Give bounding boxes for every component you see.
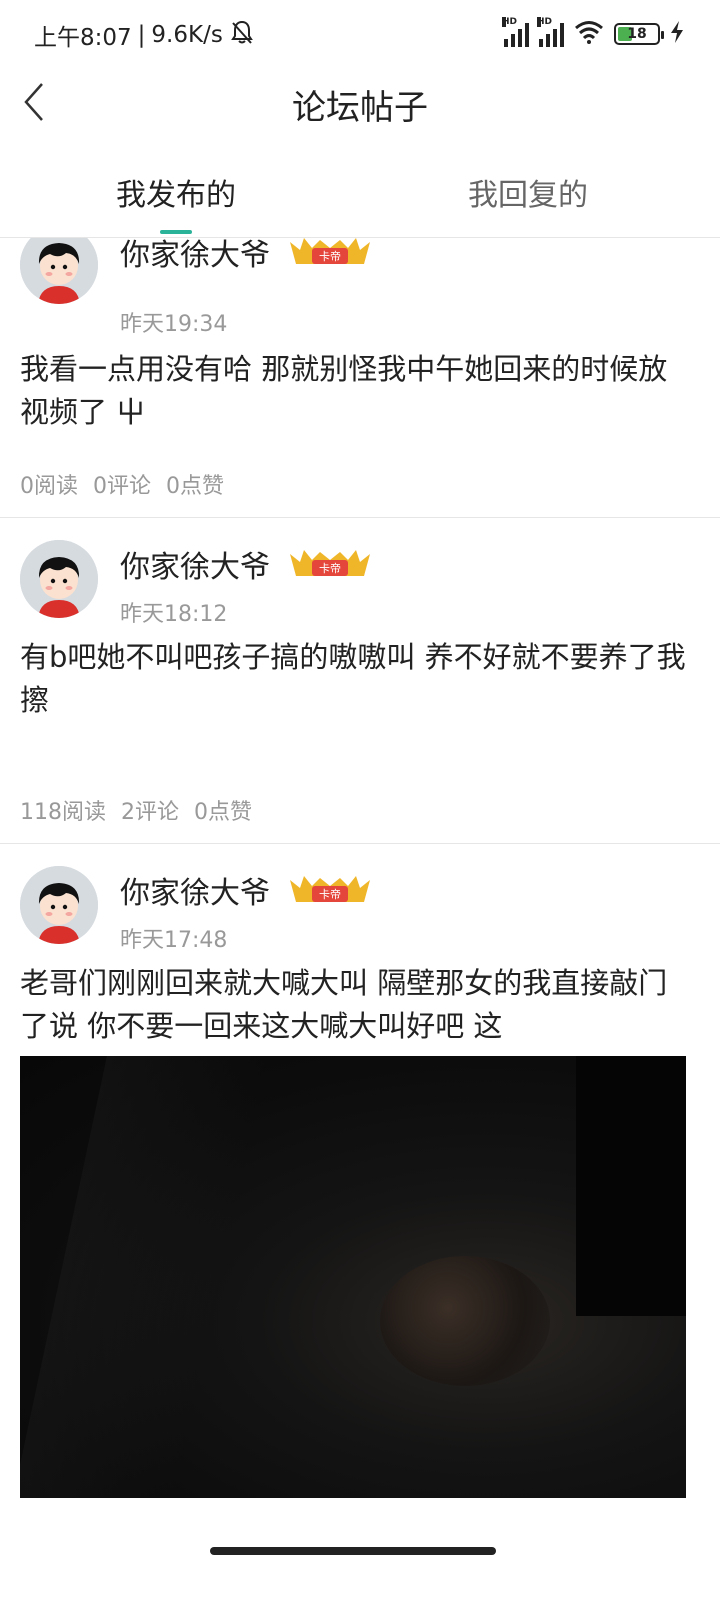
post-time: 昨天17:48 [120, 928, 228, 953]
battery-level: 18 [627, 26, 647, 42]
post-feed[interactable]: 你家徐大爷 卡帝 昨天19:34 我看一点用没有哈 那就别怪我中午她回来的时候放… [0, 238, 720, 1600]
page-title: 论坛帖子 [292, 88, 428, 128]
post-time: 昨天18:12 [120, 602, 228, 627]
badge-label: 卡帝 [319, 249, 341, 263]
avatar[interactable] [20, 540, 98, 618]
rank-badge: 卡帝 [290, 874, 370, 904]
badge-label: 卡帝 [319, 887, 341, 901]
post-item[interactable]: 你家徐大爷 卡帝 昨天19:34 我看一点用没有哈 那就别怪我中午她回来的时候放… [0, 238, 720, 518]
status-bar: 上午8:07 | 9.6K/s HD HD 18 [0, 0, 720, 70]
signal-icon: HD [502, 17, 529, 47]
post-content[interactable]: 我看一点用没有哈 那就别怪我中午她回来的时候放视频了 屮 [20, 348, 686, 434]
hd-label: HD [502, 17, 518, 27]
tab-indicator [160, 230, 192, 234]
home-indicator[interactable] [210, 1547, 496, 1555]
tab-bar: 我发布的 我回复的 [0, 150, 720, 238]
like-count: 0点赞 [166, 474, 224, 499]
status-time: 上午8:07 [34, 25, 132, 51]
username[interactable]: 你家徐大爷 [120, 542, 270, 586]
header: 论坛帖子 [0, 70, 720, 134]
battery-icon: 18 [614, 23, 664, 45]
charging-icon [670, 21, 684, 47]
post-stats: 0阅读 0评论 0点赞 [20, 468, 232, 500]
video-thumbnail[interactable] [20, 1056, 686, 1498]
read-count: 118阅读 [20, 800, 106, 825]
rank-badge: 卡帝 [290, 238, 370, 266]
post-time: 昨天19:34 [120, 312, 228, 337]
signal-icon: HD [537, 17, 564, 47]
status-left: 上午8:07 | 9.6K/s [34, 18, 255, 52]
mute-bell-icon [229, 19, 255, 51]
avatar[interactable] [20, 866, 98, 944]
rank-badge: 卡帝 [290, 548, 370, 578]
username[interactable]: 你家徐大爷 [120, 238, 270, 274]
username[interactable]: 你家徐大爷 [120, 868, 270, 912]
read-count: 0阅读 [20, 474, 78, 499]
tab-my-posts[interactable]: 我发布的 [116, 170, 236, 214]
comment-count: 2评论 [121, 800, 179, 825]
post-stats: 118阅读 2评论 0点赞 [20, 794, 260, 826]
post-content[interactable]: 老哥们刚刚回来就大喊大叫 隔壁那女的我直接敲门了说 你不要一回来这大喊大叫好吧 … [20, 962, 686, 1048]
like-count: 0点赞 [194, 800, 252, 825]
post-item[interactable]: 你家徐大爷 卡帝 昨天18:12 有b吧她不叫吧孩子搞的嗷嗷叫 养不好就不要养了… [0, 518, 720, 844]
avatar[interactable] [20, 238, 98, 304]
status-right: HD HD 18 [502, 17, 684, 48]
comment-count: 0评论 [93, 474, 151, 499]
network-speed: 9.6K/s [151, 22, 223, 48]
tab-my-replies[interactable]: 我回复的 [468, 170, 588, 214]
hd-label: HD [537, 17, 553, 27]
wifi-icon [574, 20, 604, 48]
post-item[interactable]: 你家徐大爷 卡帝 昨天17:48 老哥们刚刚回来就大喊大叫 隔壁那女的我直接敲门… [0, 844, 720, 1600]
badge-label: 卡帝 [319, 561, 341, 575]
post-content[interactable]: 有b吧她不叫吧孩子搞的嗷嗷叫 养不好就不要养了我擦 [20, 636, 686, 722]
status-separator: | [137, 22, 146, 48]
